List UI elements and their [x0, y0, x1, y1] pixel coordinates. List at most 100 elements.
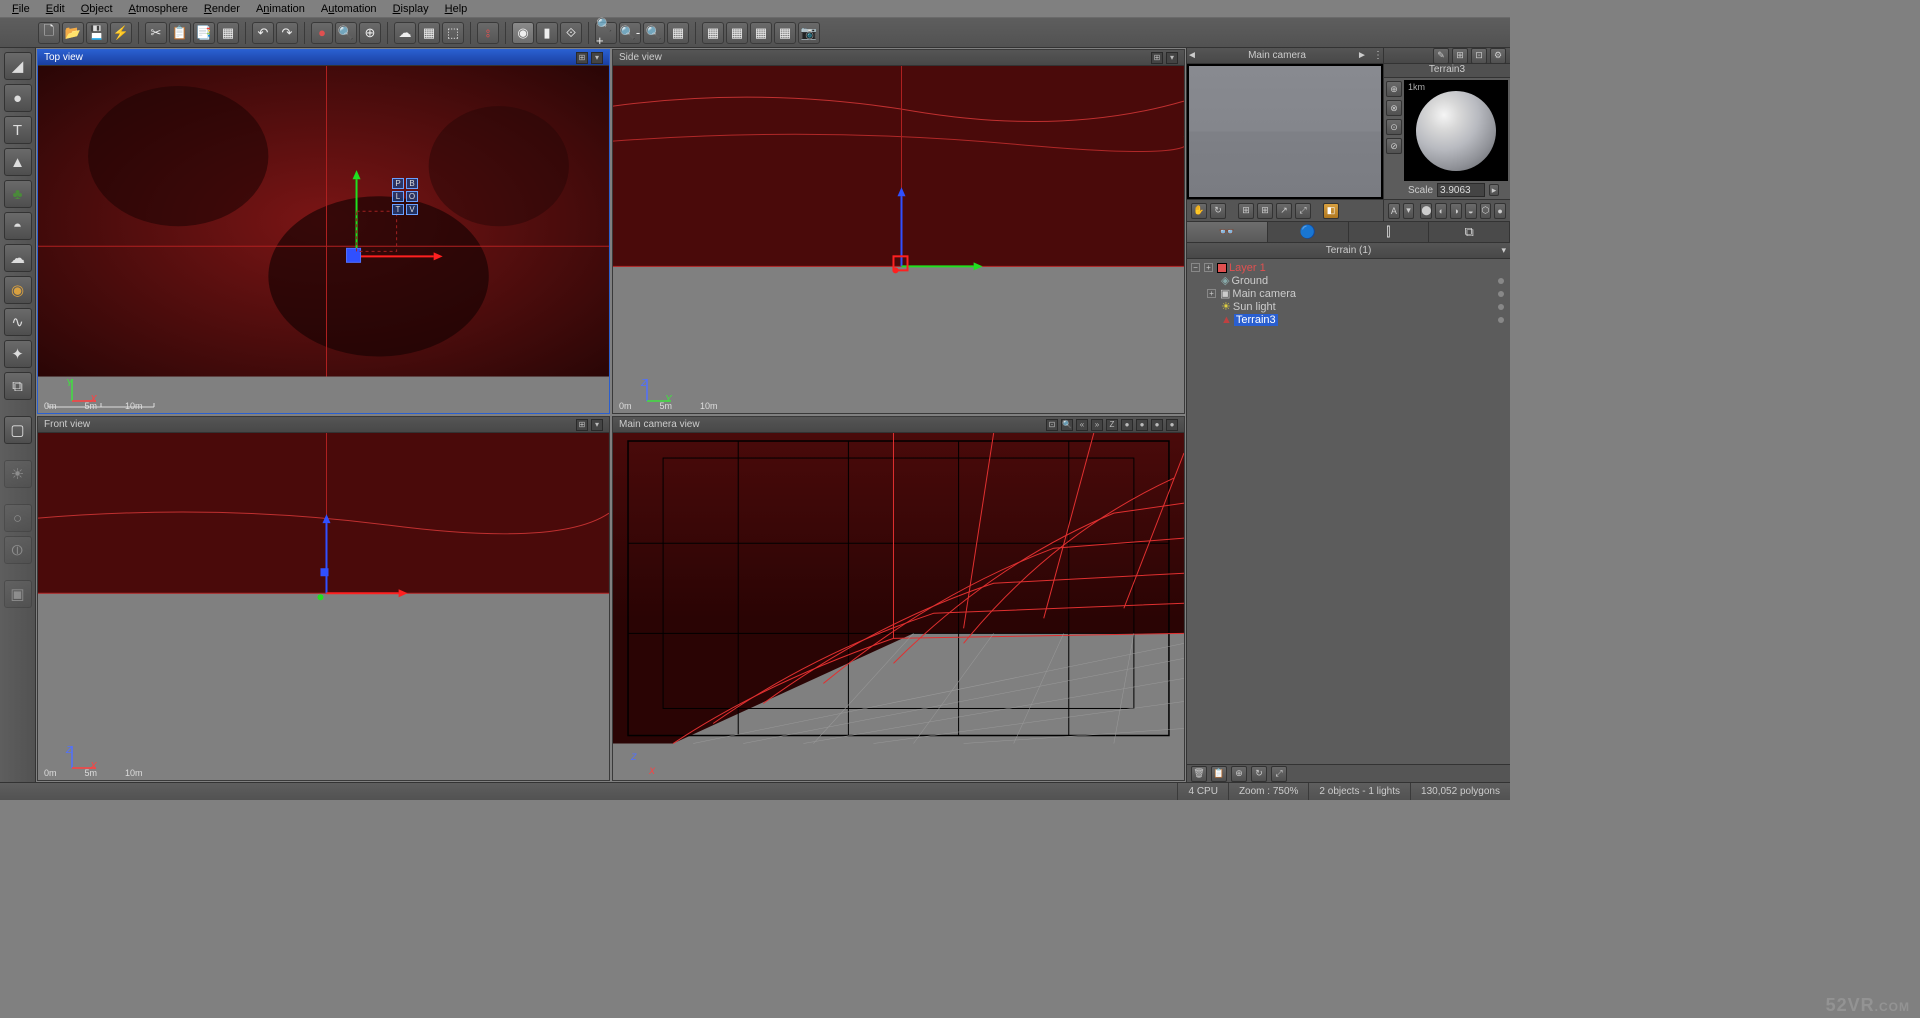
mountain-tool[interactable]: ▲ — [4, 148, 32, 176]
terrain-button[interactable]: ▦ — [418, 22, 440, 44]
camera-button[interactable]: 📷 — [798, 22, 820, 44]
mat-dot-icon[interactable]: ⊙ — [1386, 119, 1402, 135]
menu-help[interactable]: Help — [437, 1, 476, 17]
render-button[interactable]: ● — [311, 22, 333, 44]
mat-mode-icon[interactable]: ◒ — [1465, 203, 1477, 219]
sphere-tool[interactable]: ● — [4, 84, 32, 112]
circle-tool[interactable]: ○ — [4, 504, 32, 532]
select-button[interactable]: ◉ — [512, 22, 534, 44]
grid-icon[interactable]: ⊞ — [1238, 203, 1254, 219]
tree-item-ground[interactable]: ◈ Ground — [1191, 274, 1506, 287]
viewport-zoom-icon[interactable]: 🔍 — [1061, 419, 1073, 431]
viewport-front-canvas[interactable]: Z X 0m5m10m — [38, 433, 609, 780]
view-2-button[interactable]: ▦ — [726, 22, 748, 44]
render-settings-button[interactable]: ⊕ — [359, 22, 381, 44]
viewport-maximize-icon[interactable]: ⊞ — [1151, 52, 1163, 64]
camera-opt-icon[interactable]: ● — [1121, 419, 1133, 431]
camera-prev-icon[interactable]: « — [1076, 419, 1088, 431]
render-region-button[interactable]: 🔍 — [335, 22, 357, 44]
menu-render[interactable]: Render — [196, 1, 248, 17]
menu-atmosphere[interactable]: Atmosphere — [121, 1, 196, 17]
tab-links[interactable]: ⧉ — [1429, 222, 1510, 242]
mat-mode-icon[interactable]: ⬡ — [1480, 203, 1492, 219]
cloud-tool[interactable]: ☁ — [4, 244, 32, 272]
grid2-icon[interactable]: ⊞ — [1257, 203, 1273, 219]
viewport-render-icon[interactable]: ⊡ — [1046, 419, 1058, 431]
text-tool[interactable]: T — [4, 116, 32, 144]
arrow-icon[interactable]: ↗ — [1276, 203, 1292, 219]
view-1-button[interactable]: ▦ — [702, 22, 724, 44]
mat-clear-icon[interactable]: ⊘ — [1386, 138, 1402, 154]
mat-mode-icon[interactable]: ◑ — [1450, 203, 1462, 219]
cut-button[interactable]: ✂ — [145, 22, 167, 44]
camera-opt-icon[interactable]: ● — [1136, 419, 1148, 431]
rock-tool[interactable]: ◓ — [4, 212, 32, 240]
camera-next-button[interactable]: ► — [1357, 50, 1367, 61]
undo-button[interactable]: ↶ — [252, 22, 274, 44]
expand-tree-icon[interactable]: ⤢ — [1271, 766, 1287, 782]
tab-objects[interactable]: 👓 — [1187, 222, 1268, 242]
panel-menu-icon[interactable]: ▾ — [1501, 245, 1506, 256]
visibility-dot-icon[interactable] — [1498, 304, 1504, 310]
box-tool[interactable]: ▢ — [4, 416, 32, 444]
pan-icon[interactable]: ✋ — [1191, 203, 1207, 219]
orbit-icon[interactable]: ↻ — [1210, 203, 1226, 219]
light-tool[interactable]: ☀ — [4, 460, 32, 488]
view-3-button[interactable]: ▦ — [750, 22, 772, 44]
zoom-in-button[interactable]: 🔍+ — [595, 22, 617, 44]
material-button[interactable]: ⬚ — [442, 22, 464, 44]
mat-box-icon[interactable]: ⊡ — [1471, 48, 1487, 64]
save-button[interactable]: 💾 — [86, 22, 108, 44]
zoom-region-button[interactable]: ▦ — [667, 22, 689, 44]
viewport-menu-icon[interactable]: ▾ — [591, 419, 603, 431]
viewport-side[interactable]: Side view ⊞ ▾ — [612, 49, 1185, 414]
planet-tool[interactable]: ◉ — [4, 276, 32, 304]
tree-item-terrain3[interactable]: ▲ Terrain3 — [1191, 313, 1506, 326]
scene-tree[interactable]: − + Layer 1 ◈ Ground + ▣ Main camera — [1187, 259, 1510, 764]
viewport-top[interactable]: Top view ⊞ ▾ — [37, 49, 610, 414]
menu-display[interactable]: Display — [385, 1, 437, 17]
tree-layer-row[interactable]: − + Layer 1 — [1191, 261, 1506, 274]
visibility-dot-icon[interactable] — [1498, 291, 1504, 297]
open-button[interactable]: 📂 — [62, 22, 84, 44]
ecosystem-button[interactable]: ⦂ — [477, 22, 499, 44]
expand-icon[interactable]: + — [1204, 263, 1213, 272]
menu-object[interactable]: Object — [73, 1, 121, 17]
visibility-dot-icon[interactable] — [1498, 317, 1504, 323]
render-preview-icon[interactable]: ◧ — [1323, 203, 1339, 219]
spline-tool[interactable]: ∿ — [4, 308, 32, 336]
mat-mode-icon[interactable]: ◐ — [1435, 203, 1447, 219]
mat-settings-icon[interactable]: ⚙ — [1490, 48, 1506, 64]
atmosphere-button[interactable]: ☁ — [394, 22, 416, 44]
tree-item-sunlight[interactable]: ☀ Sun light — [1191, 300, 1506, 313]
camera-opt-icon[interactable]: ● — [1166, 419, 1178, 431]
rotate-button[interactable]: ⟐ — [560, 22, 582, 44]
copy-button[interactable]: 📋 — [169, 22, 191, 44]
paste-button[interactable]: 📑 — [193, 22, 215, 44]
preview-menu-icon[interactable]: ⋮ — [1373, 50, 1383, 61]
expand-icon[interactable]: − — [1191, 263, 1200, 272]
expand-icon[interactable]: + — [1207, 289, 1216, 298]
camera-prev-button[interactable]: ◄ — [1187, 50, 1197, 61]
mat-mode-icon[interactable]: ● — [1494, 203, 1506, 219]
tab-library[interactable]: ⫿ — [1349, 222, 1430, 242]
delete-icon[interactable]: 🗑 — [1191, 766, 1207, 782]
mat-add-icon[interactable]: ⊕ — [1386, 81, 1402, 97]
viewport-maximize-icon[interactable]: ⊞ — [576, 419, 588, 431]
viewport-menu-icon[interactable]: ▾ — [591, 52, 603, 64]
frame-tool[interactable]: ▣ — [4, 580, 32, 608]
mat-a-button[interactable]: A — [1388, 203, 1400, 219]
tree-item-camera[interactable]: + ▣ Main camera — [1191, 287, 1506, 300]
viewport-top-canvas[interactable]: PBLOTV Y X 0m5m10m — [38, 66, 609, 413]
menu-automation[interactable]: Automation — [313, 1, 385, 17]
copy-tree-icon[interactable]: 📋 — [1211, 766, 1227, 782]
scale-input[interactable] — [1437, 183, 1485, 197]
mat-grid-icon[interactable]: ⊞ — [1452, 48, 1468, 64]
menu-file[interactable]: File — [4, 1, 38, 17]
zoom-out-button[interactable]: 🔍- — [619, 22, 641, 44]
zoom-fit-button[interactable]: 🔍 — [643, 22, 665, 44]
expand-icon[interactable]: ⤢ — [1295, 203, 1311, 219]
plant-tool[interactable]: ♣ — [4, 180, 32, 208]
add-tree-icon[interactable]: ⊕ — [1231, 766, 1247, 782]
edit-material-icon[interactable]: ✎ — [1433, 48, 1449, 64]
